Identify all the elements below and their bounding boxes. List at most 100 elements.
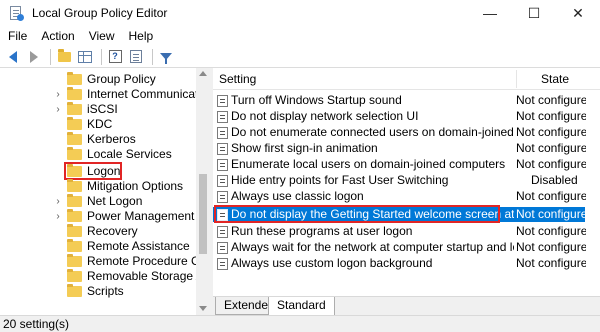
setting-state: Not configured bbox=[516, 189, 586, 203]
setting-state: Disabled bbox=[531, 173, 578, 187]
list-item[interactable]: Always use custom logon background Not c… bbox=[213, 256, 586, 271]
help-button[interactable]: ? bbox=[106, 48, 124, 66]
folder-icon bbox=[67, 179, 82, 192]
tree-item-kdc[interactable]: KDC bbox=[0, 117, 196, 132]
menu-bar: File Action View Help bbox=[0, 26, 600, 46]
tree-item-label: Remote Assistance bbox=[87, 239, 190, 253]
tree-item-net-logon[interactable]: › Net Logon bbox=[0, 194, 196, 209]
list-item[interactable]: Do not display network selection UI Not … bbox=[213, 109, 586, 124]
list-item[interactable]: Turn off Windows Startup sound Not confi… bbox=[213, 93, 586, 108]
tree-item-label: Mitigation Options bbox=[87, 179, 184, 193]
window-controls: — ☐ ✕ bbox=[468, 0, 600, 26]
tree-item-power-management[interactable]: › Power Management bbox=[0, 209, 196, 224]
scroll-down-icon[interactable] bbox=[199, 306, 207, 311]
tree-item-label: iSCSI bbox=[87, 102, 118, 116]
tree-item-label: Power Management bbox=[87, 209, 195, 223]
tree-item-label: Internet Communication bbox=[87, 87, 210, 101]
policy-setting-icon bbox=[217, 111, 228, 123]
tree-item-remote-procedure-call[interactable]: Remote Procedure Call bbox=[0, 254, 210, 269]
up-one-level-button[interactable] bbox=[55, 48, 73, 66]
menu-view[interactable]: View bbox=[82, 29, 122, 43]
tree-item-label: Locale Services bbox=[87, 147, 172, 161]
help-icon: ? bbox=[108, 50, 122, 63]
setting-state: Not configured bbox=[516, 240, 586, 254]
setting-name: Run these programs at user logon bbox=[231, 224, 413, 238]
scrollbar-thumb[interactable] bbox=[199, 174, 207, 254]
folder-icon bbox=[67, 72, 82, 85]
column-setting[interactable]: Setting bbox=[219, 72, 256, 86]
back-arrow-icon bbox=[9, 50, 17, 63]
tree-item-label: KDC bbox=[87, 117, 113, 131]
expander-icon[interactable]: › bbox=[53, 102, 63, 117]
tree-item-label: Remote Procedure Call bbox=[87, 254, 210, 268]
list-item[interactable]: Run these programs at user logon Not con… bbox=[213, 224, 586, 239]
setting-name: Always wait for the network at computer … bbox=[231, 240, 514, 254]
expander-icon bbox=[53, 284, 63, 299]
list-item[interactable]: Do not enumerate connected users on doma… bbox=[213, 125, 586, 140]
policy-setting-icon bbox=[217, 175, 228, 187]
setting-name: Always use custom logon background bbox=[231, 256, 433, 270]
column-state[interactable]: State bbox=[541, 72, 569, 86]
back-button[interactable] bbox=[4, 48, 22, 66]
setting-name: Do not enumerate connected users on doma… bbox=[231, 125, 514, 139]
tree-item-recovery[interactable]: Recovery bbox=[0, 224, 196, 239]
properties-icon bbox=[130, 50, 142, 63]
tree-item-scripts[interactable]: Scripts bbox=[0, 284, 196, 299]
folder-icon bbox=[67, 194, 82, 207]
status-bar: 20 setting(s) bbox=[0, 315, 600, 332]
list-item[interactable]: Enumerate local users on domain-joined c… bbox=[213, 157, 586, 172]
setting-name: Do not display network selection UI bbox=[231, 109, 419, 123]
menu-action[interactable]: Action bbox=[34, 29, 81, 43]
properties-button[interactable] bbox=[127, 48, 145, 66]
tree-item-label: Scripts bbox=[87, 284, 124, 298]
tab-standard[interactable]: Standard bbox=[268, 297, 335, 316]
tree-item-iscsi[interactable]: › iSCSI bbox=[0, 102, 196, 117]
expander-icon bbox=[53, 72, 63, 87]
setting-name: Turn off Windows Startup sound bbox=[231, 93, 402, 107]
policy-setting-icon bbox=[217, 242, 228, 254]
setting-state: Not configured bbox=[516, 93, 586, 107]
folder-icon bbox=[67, 147, 82, 160]
list-item[interactable]: Hide entry points for Fast User Switchin… bbox=[213, 173, 585, 188]
expander-icon[interactable]: › bbox=[53, 87, 63, 102]
show-hide-tree-button[interactable] bbox=[76, 48, 94, 66]
expander-icon[interactable]: › bbox=[53, 209, 63, 224]
toolbar: ? bbox=[0, 46, 600, 68]
folder-icon bbox=[67, 87, 82, 100]
minimize-button[interactable]: — bbox=[468, 0, 512, 26]
title-bar: Local Group Policy Editor — ☐ ✕ bbox=[0, 0, 600, 26]
list-item[interactable]: Always use classic logon Not configured bbox=[213, 189, 586, 204]
tree-item-group-policy[interactable]: Group Policy bbox=[0, 72, 196, 87]
policy-setting-icon bbox=[217, 258, 228, 270]
tree-item-internet-communication[interactable]: › Internet Communication bbox=[0, 87, 210, 102]
forward-button[interactable] bbox=[25, 48, 43, 66]
setting-state: Not configured bbox=[516, 224, 586, 238]
expander-icon bbox=[53, 132, 63, 147]
list-item[interactable]: Show first sign-in animation Not configu… bbox=[213, 141, 586, 156]
maximize-button[interactable]: ☐ bbox=[512, 0, 556, 26]
tree-item-locale-services[interactable]: Locale Services bbox=[0, 147, 196, 162]
filter-button[interactable] bbox=[157, 48, 175, 66]
policy-setting-icon bbox=[217, 226, 228, 238]
tree-item-label: Kerberos bbox=[87, 132, 136, 146]
setting-state: Not configured bbox=[516, 157, 586, 171]
tree-item-kerberos[interactable]: Kerberos bbox=[0, 132, 196, 147]
expander-icon bbox=[53, 117, 63, 132]
expander-icon bbox=[53, 269, 63, 284]
close-button[interactable]: ✕ bbox=[556, 0, 600, 26]
tree-item-mitigation-options[interactable]: Mitigation Options bbox=[0, 179, 196, 194]
setting-state: Not configured bbox=[516, 256, 586, 270]
menu-help[interactable]: Help bbox=[122, 29, 161, 43]
folder-icon bbox=[67, 209, 82, 222]
policy-setting-icon bbox=[217, 143, 228, 155]
scroll-up-icon[interactable] bbox=[199, 71, 207, 76]
column-divider[interactable] bbox=[516, 70, 517, 88]
menu-file[interactable]: File bbox=[0, 29, 34, 43]
expander-icon[interactable]: › bbox=[53, 194, 63, 209]
toolbar-separator bbox=[101, 48, 102, 65]
list-item[interactable]: Always wait for the network at computer … bbox=[213, 240, 586, 255]
policy-setting-icon bbox=[217, 159, 228, 171]
tree-item-remote-assistance[interactable]: Remote Assistance bbox=[0, 239, 196, 254]
tree-item-removable-storage-access[interactable]: Removable Storage Access bbox=[0, 269, 210, 284]
tree-scrollbar[interactable] bbox=[196, 68, 210, 315]
